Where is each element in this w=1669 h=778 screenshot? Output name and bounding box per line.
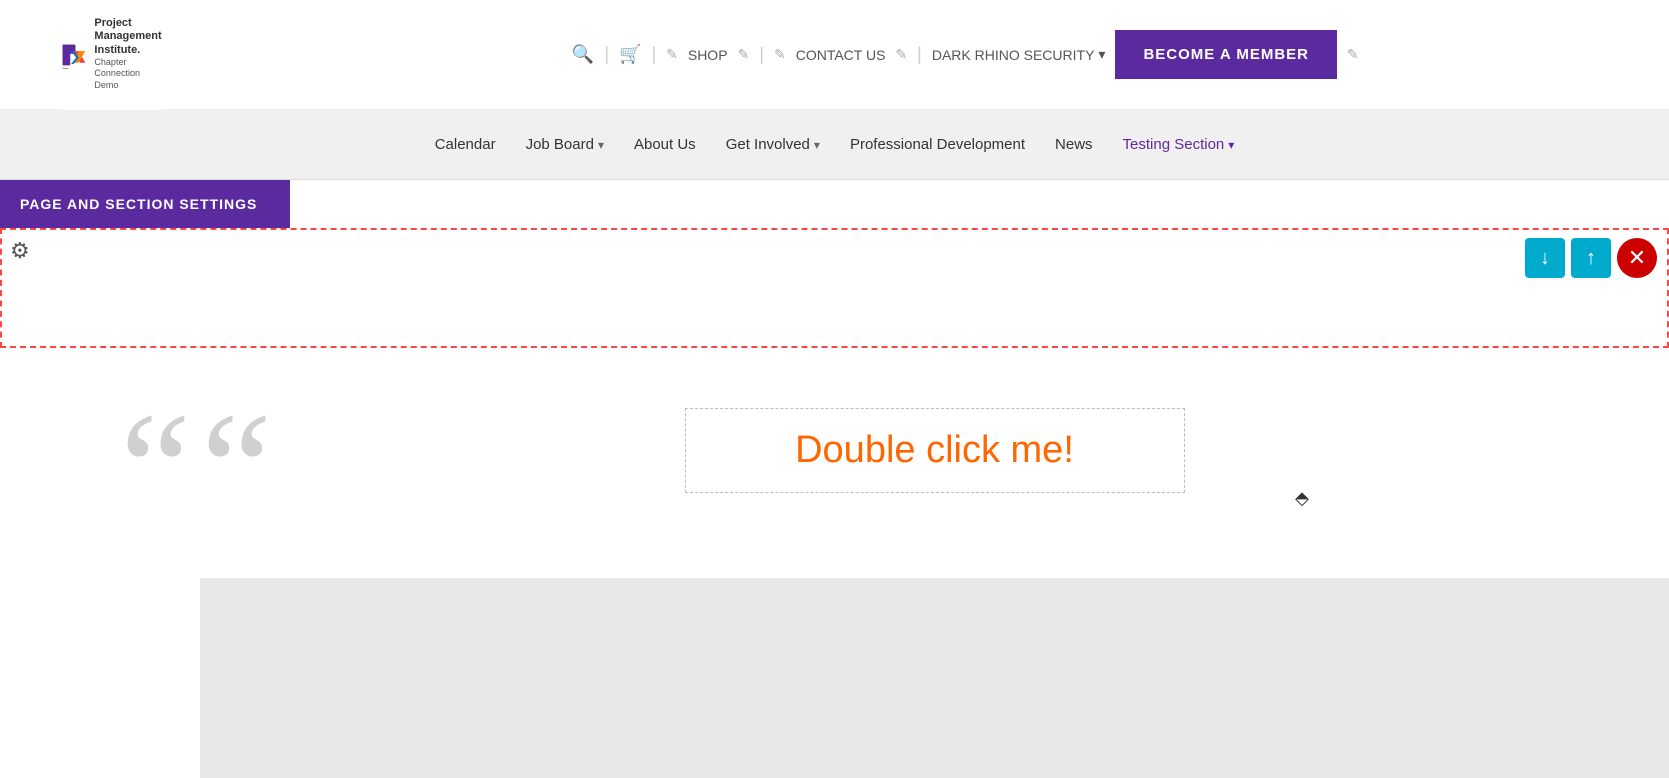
member-pencil-icon[interactable]: ✎ [1347,46,1359,63]
gear-icon: ⚙ [10,238,30,263]
become-member-button[interactable]: BECOME A MEMBER [1115,30,1337,79]
logo-svg: Project [62,10,90,100]
nav-item-getinvolved[interactable]: Get Involved [726,128,820,161]
shop-pencil-icon[interactable]: ✎ [738,46,750,63]
close-icon: ✕ [1628,245,1646,271]
content-area: “ “ Double click me! ⬘ [0,348,1669,768]
separator-3: | [759,44,764,65]
contact-us-link[interactable]: CONTACT US [796,47,886,63]
dark-rhino-dropdown[interactable]: DARK RHINO SECURITY ▾ [932,46,1106,63]
contact-pencil-icon[interactable]: ✎ [895,46,907,63]
main-nav: Calendar Job Board About Us Get Involved… [0,110,1669,180]
quote-marks: “ “ [120,388,272,548]
editable-text: Double click me! [795,429,1074,471]
search-icon[interactable]: 🔍 [572,44,594,65]
gear-button[interactable]: ⚙ [10,238,30,264]
section-settings-bar[interactable]: PAGE AND SECTION SETTINGS [0,180,290,228]
action-buttons: ↓ ↑ ✕ [1525,238,1657,278]
contact-edit-icon[interactable]: ✎ [774,46,786,63]
nav-items-list: Calendar Job Board About Us Get Involved… [435,128,1235,161]
nav-item-testing[interactable]: Testing Section [1123,128,1235,161]
close-button[interactable]: ✕ [1617,238,1657,278]
top-nav-right: 🔍 | 🛒 | ✎ SHOP ✎ | ✎ CONTACT US ✎ | DARK… [162,30,1649,79]
nav-item-aboutus[interactable]: About Us [634,128,696,161]
top-bar: Project Project Management Institute. Ch… [0,0,1669,110]
separator-4: | [917,44,922,65]
nav-item-jobboard[interactable]: Job Board [526,128,604,161]
quote-mark-1: “ [120,388,191,548]
nav-item-calendar[interactable]: Calendar [435,128,496,161]
cursor-indicator: ⬘ [1295,488,1309,509]
shop-link[interactable]: SHOP [688,47,728,63]
edit-zone: ⚙ ↓ ↑ ✕ [0,228,1669,348]
move-up-button[interactable]: ↑ [1571,238,1611,278]
editable-box[interactable]: Double click me! [685,408,1185,493]
arrow-down-icon: ↓ [1540,247,1550,270]
nav-item-news[interactable]: News [1055,128,1093,161]
separator-2: | [651,44,656,65]
gray-content-block [200,578,1669,778]
separator-1: | [604,44,609,65]
dark-rhino-label: DARK RHINO SECURITY [932,47,1095,63]
logo-area[interactable]: Project Project Management Institute. Ch… [62,0,162,110]
shop-edit-icon[interactable]: ✎ [666,46,678,63]
quote-mark-2: “ [201,388,272,548]
cart-icon[interactable]: 🛒 [619,44,641,65]
svg-text:Project: Project [63,67,69,70]
arrow-up-icon: ↑ [1586,247,1596,270]
nav-item-prodev[interactable]: Professional Development [850,128,1025,161]
dark-rhino-arrow: ▾ [1098,46,1105,63]
move-down-button[interactable]: ↓ [1525,238,1565,278]
